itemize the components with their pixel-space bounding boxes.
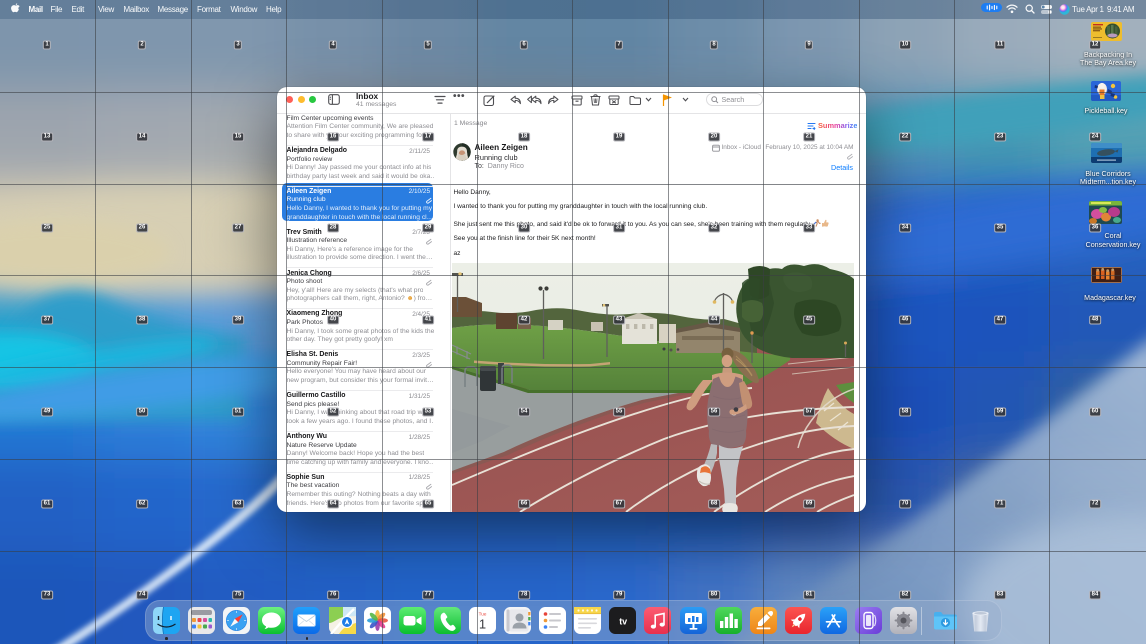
svg-text:1: 1	[479, 617, 486, 632]
svg-text:tv: tv	[619, 617, 627, 627]
